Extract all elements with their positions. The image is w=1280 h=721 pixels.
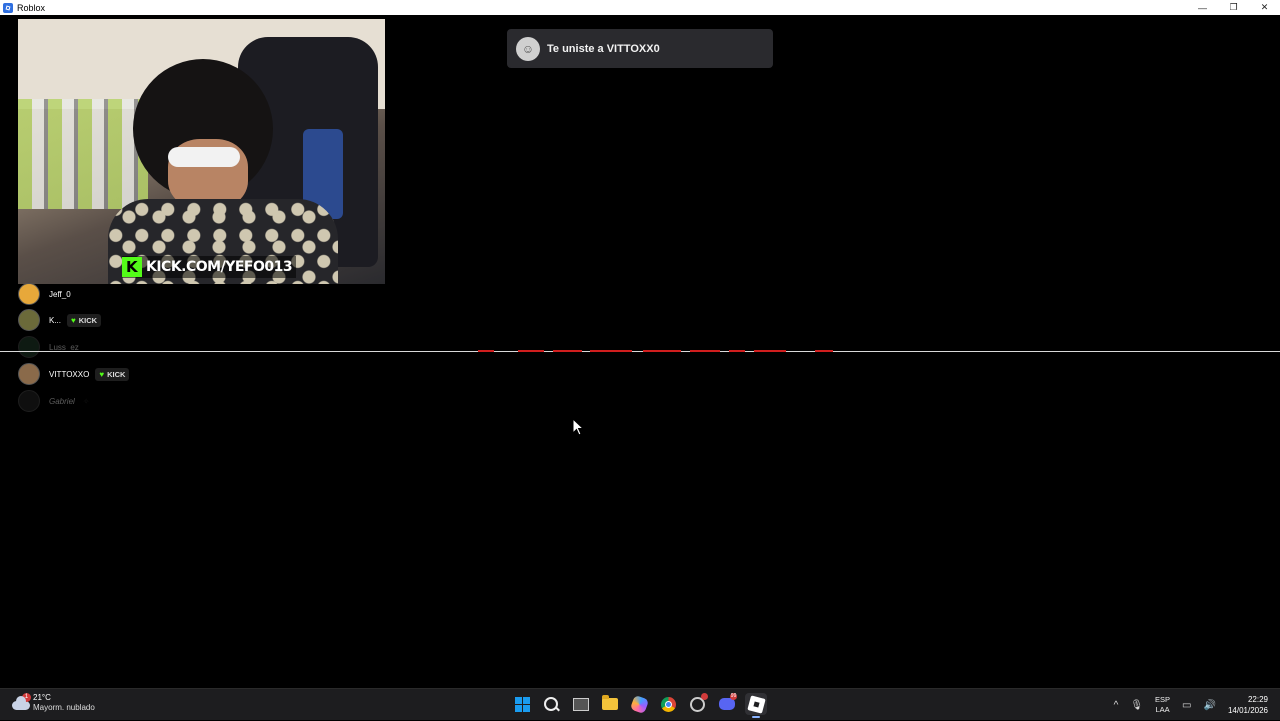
chrome-button[interactable] <box>657 693 679 715</box>
render-glitch-segment <box>518 350 544 352</box>
task-view-button[interactable] <box>570 693 592 715</box>
kick-logo-icon <box>122 257 142 277</box>
chrome-icon <box>660 696 676 712</box>
weather-widget[interactable]: 1 21°C Mayorm. nublado <box>12 693 95 713</box>
kick-banner: KICK.COM/YEFO013 <box>122 256 297 278</box>
weather-alert-badge: 1 <box>22 693 31 702</box>
weather-temperature: 21°C <box>33 693 51 702</box>
player-name: Jeff_0 <box>49 289 71 299</box>
render-glitch-segment <box>553 350 582 352</box>
obs-button[interactable] <box>687 693 709 715</box>
clock-date: 14/01/2026 <box>1227 706 1268 715</box>
roblox-app-icon <box>3 2 13 13</box>
player-avatar <box>18 283 40 305</box>
render-glitch-segment <box>643 350 681 352</box>
keyboard-layout: LAA <box>1155 705 1170 714</box>
title-bar: Roblox — ❐ ✕ <box>0 0 1280 15</box>
roblox-taskbar-button[interactable] <box>745 693 768 718</box>
player-name: Gabriel <box>49 396 75 406</box>
player-avatar <box>18 336 40 358</box>
recording-indicator <box>700 693 708 700</box>
heart-icon: ♥ <box>71 315 76 325</box>
render-glitch-segment <box>729 350 745 352</box>
volume-icon[interactable]: 🔊 <box>1204 700 1216 711</box>
taskbar-apps: 99 <box>511 693 775 718</box>
close-button[interactable]: ✕ <box>1249 0 1280 15</box>
clock-time: 22:29 <box>1247 695 1268 704</box>
player-name: VITTOXXO <box>49 369 90 379</box>
toast-message: Te uniste a VITTOXX0 <box>547 42 660 55</box>
sparkle-icon: ✧ <box>82 396 90 406</box>
input-language-indicator[interactable]: ESP LAA <box>1155 695 1170 715</box>
webcam-overlay: KICK.COM/YEFO013 <box>18 19 385 284</box>
kick-badge-label: KICK <box>107 369 126 379</box>
player-name: K... <box>49 315 62 325</box>
minimize-button[interactable]: — <box>1187 0 1218 15</box>
discord-notification-badge: 99 <box>730 693 738 700</box>
kick-badge-label: KICK <box>78 315 98 325</box>
search-button[interactable] <box>540 693 562 715</box>
task-view-icon <box>572 697 589 711</box>
streamer-sunglasses <box>168 147 240 167</box>
language-code: ESP <box>1155 695 1171 704</box>
window-controls: — ❐ ✕ <box>1187 0 1280 15</box>
render-glitch-segment <box>815 350 833 352</box>
player-avatar <box>18 309 40 331</box>
player-row[interactable]: VITTOXXO ♥ KICK <box>18 363 130 385</box>
windows-logo-icon <box>514 696 530 712</box>
render-glitch-segment <box>690 350 720 352</box>
copilot-icon <box>629 694 649 714</box>
microphone-icon[interactable]: 🎙 <box>1130 700 1143 711</box>
player-row[interactable]: Luss_ez <box>18 336 79 358</box>
webcam-bed <box>18 99 148 209</box>
player-avatar <box>18 363 40 385</box>
kick-banner-text: KICK.COM/YEFO013 <box>146 259 293 275</box>
start-button[interactable] <box>511 693 533 715</box>
render-glitch-segment <box>478 350 494 352</box>
player-row[interactable]: Gabriel ✧ <box>18 390 90 412</box>
network-icon[interactable]: ▭ <box>1182 700 1191 711</box>
render-glitch-line <box>0 351 1280 352</box>
kick-badge: ♥ KICK <box>95 367 130 381</box>
show-hidden-icons-chevron-icon[interactable]: ^ <box>1114 700 1119 711</box>
user-avatar-icon: ☺ <box>516 36 540 61</box>
weather-text: 21°C Mayorm. nublado <box>33 693 95 713</box>
render-glitch-segment <box>754 350 786 352</box>
taskbar-clock[interactable]: 22:29 14/01/2026 <box>1228 694 1268 716</box>
copilot-button[interactable] <box>628 693 650 715</box>
cloud-weather-icon: 1 <box>12 693 31 710</box>
maximize-button[interactable]: ❐ <box>1218 0 1249 15</box>
player-row[interactable]: K... ♥ KICK <box>18 309 102 331</box>
roblox-icon <box>747 694 766 714</box>
render-glitch-segment <box>590 350 632 352</box>
kick-badge: ♥ KICK <box>67 313 102 327</box>
search-icon <box>544 697 559 711</box>
join-notification-toast[interactable]: ☺ Te uniste a VITTOXX0 <box>507 29 773 68</box>
discord-button[interactable]: 99 <box>716 693 738 715</box>
weather-condition: Mayorm. nublado <box>33 703 95 712</box>
file-explorer-button[interactable] <box>599 693 621 715</box>
mouse-cursor-icon <box>572 418 584 436</box>
taskbar: 1 21°C Mayorm. nublado 99 ^ 🎙 ESP LAA ▭ … <box>0 688 1280 720</box>
system-tray: ^ 🎙 ESP LAA ▭ 🔊 22:29 14/01/2026 <box>1114 689 1280 721</box>
window-title: Roblox <box>17 2 46 13</box>
player-avatar <box>18 390 40 412</box>
heart-icon: ♥ <box>99 369 105 379</box>
player-row[interactable]: Jeff_0 <box>18 283 71 305</box>
folder-icon <box>601 695 618 710</box>
